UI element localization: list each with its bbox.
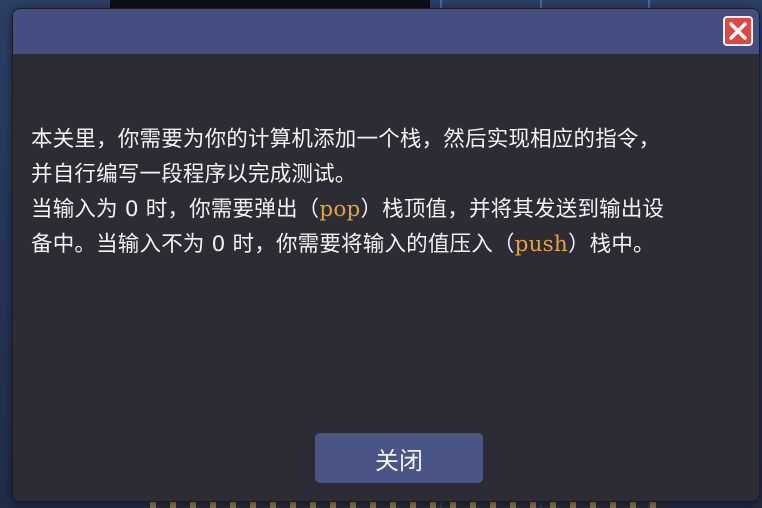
- close-icon[interactable]: [723, 16, 753, 46]
- message-line: 备中。当输入不为 0 时，你需要将输入的值压入（push）栈中。: [31, 227, 751, 262]
- message-text: 备中。当输入不为 0 时，你需要将输入的值压入（: [31, 232, 515, 257]
- message-line: 并自行编写一段程序以完成测试。: [31, 157, 751, 192]
- message-line: 本关里，你需要为你的计算机添加一个栈，然后实现相应的指令，: [31, 122, 751, 157]
- message-text: 当输入为 0 时，你需要弹出（: [31, 197, 320, 222]
- close-x-glyph: [729, 22, 747, 40]
- message-text: 并自行编写一段程序以完成测试。: [31, 162, 357, 187]
- keyword-pop: pop: [319, 197, 361, 222]
- level-info-dialog: 本关里，你需要为你的计算机添加一个栈，然后实现相应的指令， 并自行编写一段程序以…: [12, 8, 760, 502]
- dialog-titlebar: [13, 9, 759, 54]
- dialog-message: 本关里，你需要为你的计算机添加一个栈，然后实现相应的指令， 并自行编写一段程序以…: [31, 122, 751, 262]
- background-panel: [110, 0, 430, 8]
- message-text: ）栈中。: [567, 232, 655, 257]
- message-text: 本关里，你需要为你的计算机添加一个栈，然后实现相应的指令，: [31, 127, 661, 152]
- close-button[interactable]: 关闭: [315, 433, 483, 483]
- message-line: 当输入为 0 时，你需要弹出（pop）栈顶值，并将其发送到输出设: [31, 192, 751, 227]
- message-text: ）栈顶值，并将其发送到输出设: [360, 197, 665, 222]
- keyword-push: push: [514, 232, 568, 257]
